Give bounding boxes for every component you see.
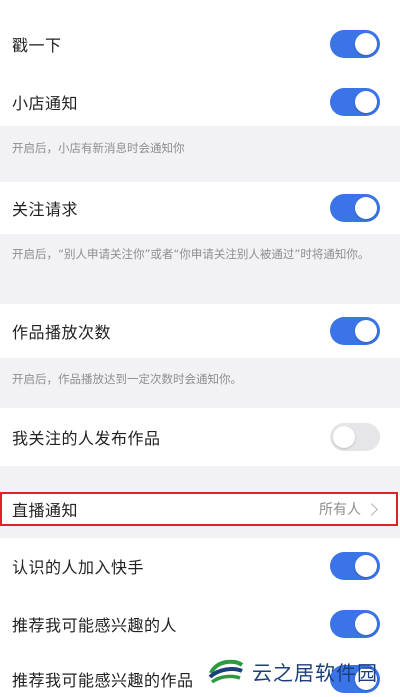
shop-description: 开启后，小店有新消息时会通知你 bbox=[12, 141, 185, 155]
watermark: 云之居软件园 bbox=[206, 645, 400, 697]
setting-label-live: 直播通知 bbox=[12, 501, 79, 520]
toggle-knob bbox=[355, 91, 377, 113]
setting-row-poke[interactable]: 戳一下 bbox=[0, 0, 400, 88]
chevron-right-icon bbox=[365, 502, 378, 516]
follow-request-description: 开启后，“别人申请关注你”或者“你申请关注别人被通过”时将通知你。 bbox=[12, 247, 370, 261]
live-audience-value: 所有人 bbox=[319, 502, 361, 518]
watermark-logo-icon bbox=[208, 653, 244, 689]
setting-label-shop: 小店通知 bbox=[12, 94, 79, 113]
toggle-knob bbox=[355, 320, 377, 342]
following-posts-toggle[interactable] bbox=[330, 423, 380, 451]
recommend-people-toggle[interactable] bbox=[330, 610, 380, 638]
toggle-knob bbox=[355, 555, 377, 577]
shop-toggle[interactable] bbox=[330, 88, 380, 116]
toggle-knob bbox=[355, 613, 377, 635]
setting-label-recommend-people: 推荐我可能感兴趣的人 bbox=[12, 616, 178, 635]
setting-label-follow-request: 关注请求 bbox=[12, 200, 79, 219]
toggle-knob bbox=[355, 197, 377, 219]
notification-settings-screen: 戳一下 小店通知 开启后，小店有新消息时会通知你 关注请求 开启后，“别人申请关… bbox=[0, 0, 400, 697]
setting-label-following-posts: 我关注的人发布作品 bbox=[12, 429, 161, 448]
toggle-knob bbox=[355, 33, 377, 55]
setting-label-play-count: 作品播放次数 bbox=[12, 323, 112, 342]
setting-row-contacts-join[interactable]: 认识的人加入快手 bbox=[0, 538, 400, 594]
play-count-toggle[interactable] bbox=[330, 317, 380, 345]
setting-label-poke: 戳一下 bbox=[12, 36, 62, 55]
poke-toggle[interactable] bbox=[330, 30, 380, 58]
toggle-knob bbox=[333, 426, 355, 448]
setting-label-contacts-join: 认识的人加入快手 bbox=[12, 558, 145, 577]
setting-row-follow-request[interactable]: 关注请求 bbox=[0, 182, 400, 234]
follow-request-toggle[interactable] bbox=[330, 194, 380, 222]
setting-row-following-posts[interactable]: 我关注的人发布作品 bbox=[0, 408, 400, 466]
contacts-join-toggle[interactable] bbox=[330, 552, 380, 580]
play-count-description: 开启后，作品播放达到一定次数时会通知你。 bbox=[12, 372, 242, 386]
setting-row-live[interactable]: 直播通知 所有人 bbox=[0, 492, 400, 526]
watermark-text: 云之居软件园 bbox=[252, 660, 378, 685]
setting-row-shop[interactable]: 小店通知 bbox=[0, 78, 400, 126]
setting-row-play-count[interactable]: 作品播放次数 bbox=[0, 304, 400, 358]
